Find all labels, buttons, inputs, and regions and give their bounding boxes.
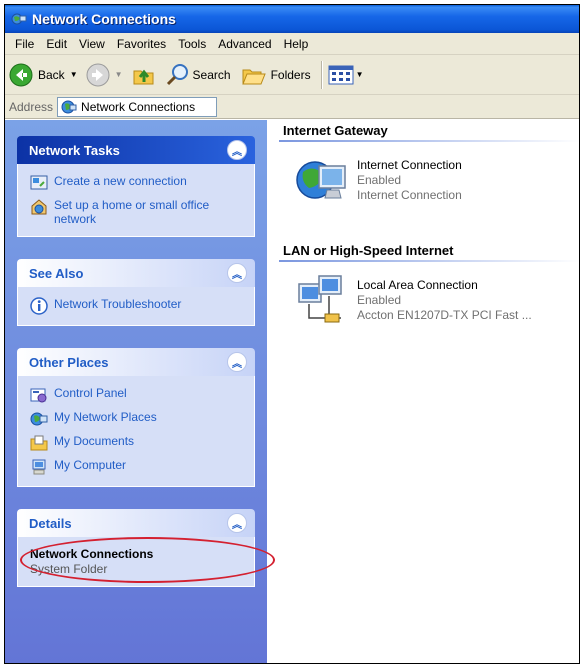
connection-device: Internet Connection	[357, 188, 462, 202]
network-places-icon	[30, 412, 48, 426]
folders-button[interactable]: Folders	[241, 62, 311, 88]
internet-connection-text: Internet Connection Enabled Internet Con…	[357, 154, 462, 203]
explorer-window: Network Connections File Edit View Favor…	[4, 4, 580, 664]
back-label: Back	[38, 67, 65, 82]
search-button[interactable]: Search	[165, 62, 231, 88]
other-places-panel: Other Places ︽ Control Panel My Network …	[17, 348, 255, 487]
new-connection-icon	[30, 175, 48, 190]
details-header[interactable]: Details ︽	[17, 509, 255, 537]
my-documents-label: My Documents	[54, 434, 135, 448]
troubleshooter-label: Network Troubleshooter	[54, 297, 182, 311]
network-connections-icon	[11, 13, 27, 25]
toolbar-separator	[320, 60, 322, 89]
other-places-title: Other Places	[29, 354, 109, 370]
collapse-chevron-icon[interactable]: ︽	[227, 513, 247, 533]
network-tasks-header[interactable]: Network Tasks ︽	[17, 136, 255, 164]
up-folder-button[interactable]	[131, 62, 157, 88]
address-bar: Address Network Connections	[5, 95, 579, 119]
address-label: Address	[9, 99, 54, 114]
home-network-link[interactable]: Set up a home or small office network	[30, 198, 244, 226]
content-area: Network Tasks ︽ Create a new connection	[5, 120, 579, 663]
control-panel-label: Control Panel	[54, 386, 127, 400]
local-area-connection-text: Local Area Connection Enabled Accton EN1…	[357, 274, 532, 323]
home-network-label: Set up a home or small office network	[54, 198, 210, 226]
collapse-chevron-icon[interactable]: ︽	[227, 140, 247, 160]
menu-view[interactable]: View	[73, 37, 111, 51]
my-computer-label: My Computer	[54, 458, 127, 472]
network-tasks-body: Create a new connection Set up a home or…	[17, 164, 255, 237]
see-also-panel: See Also ︽ Network Troubleshooter	[17, 259, 255, 326]
lan-connection-icon	[298, 275, 342, 323]
connection-status: Enabled	[357, 293, 402, 307]
my-computer-link[interactable]: My Computer	[30, 458, 244, 476]
details-type: System Folder	[30, 562, 108, 576]
forward-dropdown-icon[interactable]: ▼	[115, 70, 123, 79]
control-panel-icon	[30, 388, 47, 403]
connection-status: Enabled	[357, 173, 402, 187]
up-folder-icon	[133, 69, 154, 84]
menu-help[interactable]: Help	[278, 37, 315, 51]
home-network-icon	[31, 199, 47, 215]
title-bar[interactable]: Network Connections	[5, 5, 579, 33]
connection-device: Accton EN1207D-TX PCI Fast ...	[357, 308, 532, 322]
details-panel: Details ︽ Network Connections System Fol…	[17, 509, 255, 587]
network-tasks-panel: Network Tasks ︽ Create a new connection	[17, 136, 255, 237]
address-value: Network Connections	[81, 99, 196, 114]
local-area-connection-item[interactable]: Local Area Connection Enabled Accton EN1…	[279, 262, 579, 360]
menu-bar: File Edit View Favorites Tools Advanced …	[5, 33, 579, 55]
connection-name: Local Area Connection	[357, 278, 478, 292]
details-title: Details	[29, 515, 72, 531]
collapse-chevron-icon[interactable]: ︽	[227, 263, 247, 283]
internet-gateway-icon	[296, 161, 346, 199]
other-places-header[interactable]: Other Places ︽	[17, 348, 255, 376]
collapse-chevron-icon[interactable]: ︽	[227, 352, 247, 372]
details-name: Network Connections	[30, 547, 154, 561]
views-icon	[328, 65, 354, 84]
control-panel-link[interactable]: Control Panel	[30, 386, 244, 404]
my-computer-icon	[32, 459, 46, 475]
connection-name: Internet Connection	[357, 158, 462, 172]
details-body: Network Connections System Folder	[17, 537, 255, 587]
see-also-header[interactable]: See Also ︽	[17, 259, 255, 287]
menu-file[interactable]: File	[9, 37, 40, 51]
task-pane: Network Tasks ︽ Create a new connection	[5, 120, 267, 663]
back-arrow-icon	[9, 63, 33, 86]
connections-view: Internet Gateway Internet Connection Ena…	[267, 120, 579, 663]
info-icon	[30, 297, 48, 315]
group-header-lan: LAN or High-Speed Internet	[279, 240, 579, 262]
other-places-body: Control Panel My Network Places My Docum…	[17, 376, 255, 487]
my-network-places-label: My Network Places	[54, 410, 157, 424]
menu-tools[interactable]: Tools	[172, 37, 212, 51]
troubleshooter-link[interactable]: Network Troubleshooter	[30, 297, 244, 315]
back-dropdown-icon[interactable]: ▼	[70, 70, 78, 79]
internet-connection-item[interactable]: Internet Connection Enabled Internet Con…	[279, 142, 579, 240]
create-connection-link[interactable]: Create a new connection	[30, 174, 244, 192]
search-label: Search	[192, 67, 231, 82]
folders-icon	[241, 69, 266, 84]
back-button[interactable]: Back ▼	[9, 63, 82, 87]
group-header-internet-gateway: Internet Gateway	[279, 120, 579, 142]
network-connections-icon	[61, 100, 77, 113]
address-field[interactable]: Network Connections	[57, 96, 218, 117]
see-also-title: See Also	[29, 265, 84, 281]
search-icon	[166, 63, 188, 85]
menu-favorites[interactable]: Favorites	[111, 37, 172, 51]
window-title: Network Connections	[32, 11, 176, 27]
forward-button[interactable]: ▼	[86, 63, 127, 87]
network-tasks-title: Network Tasks	[29, 142, 120, 158]
see-also-body: Network Troubleshooter	[17, 287, 255, 326]
toolbar: Back ▼ ▼ Search Folders ▼	[5, 55, 579, 95]
views-dropdown-icon[interactable]: ▼	[356, 70, 364, 79]
create-connection-label: Create a new connection	[54, 174, 187, 188]
folders-label: Folders	[270, 67, 311, 82]
forward-arrow-icon	[86, 63, 110, 86]
menu-edit[interactable]: Edit	[40, 37, 73, 51]
my-documents-icon	[30, 435, 48, 451]
views-button[interactable]: ▼	[328, 64, 368, 86]
my-network-places-link[interactable]: My Network Places	[30, 410, 244, 428]
menu-advanced[interactable]: Advanced	[212, 37, 277, 51]
my-documents-link[interactable]: My Documents	[30, 434, 244, 452]
